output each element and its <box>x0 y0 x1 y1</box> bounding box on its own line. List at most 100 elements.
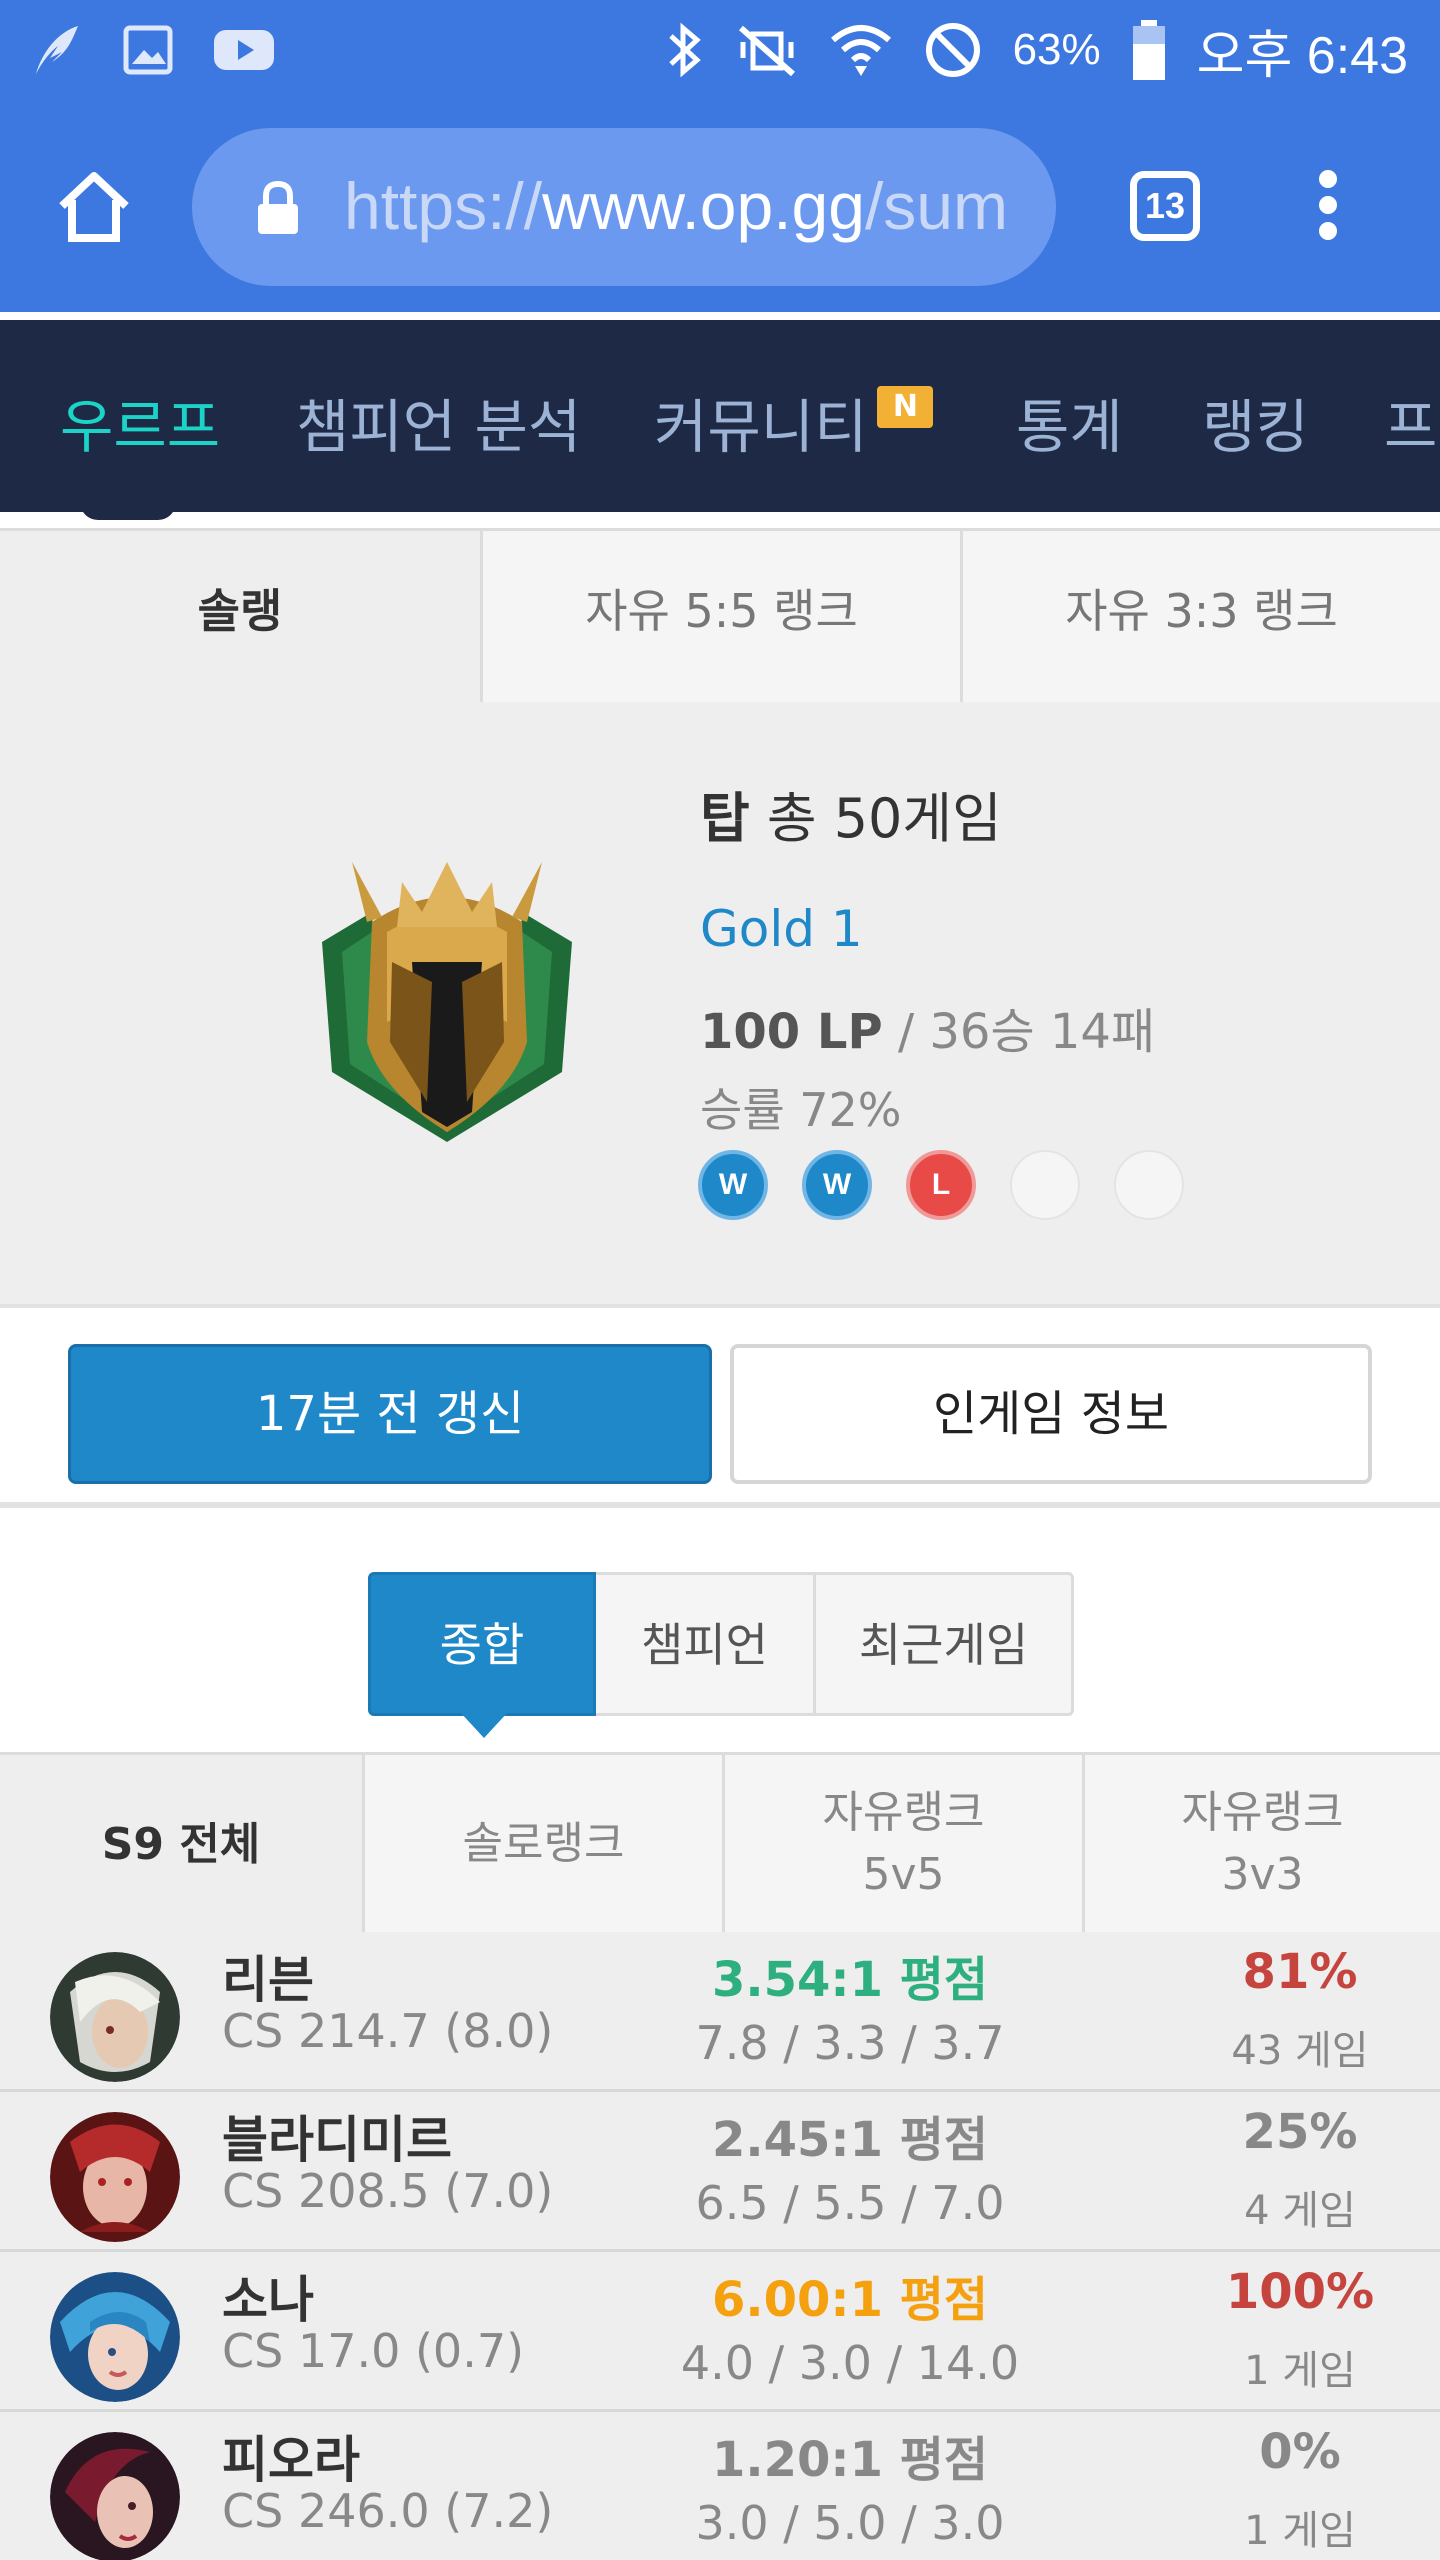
battery-icon <box>1132 20 1165 80</box>
nav-item-more[interactable]: 프 <box>1384 380 1437 464</box>
tab-recent-games[interactable]: 최근게임 <box>816 1572 1074 1716</box>
url-text: https://www.op.gg/sum <box>344 168 1024 244</box>
champion-stats-list: 리븐 CS 214.7 (8.0) 3.54:1 평점 7.8 / 3.3 / … <box>0 1932 1440 2560</box>
champion-name: 피오라 <box>222 2431 360 2489</box>
tier-label: Gold 1 <box>700 900 863 958</box>
promotion-series: W W L <box>698 1150 1184 1220</box>
status-bar: 63% 오후 6:43 <box>0 0 1440 100</box>
kda-values: 6.5 / 5.5 / 7.0 <box>695 2176 1005 2230</box>
vladimir-avatar-icon <box>50 2112 180 2242</box>
rank-card: 탑 총 50게임 Gold 1 100 LP / 36승 14패 승률 72% … <box>0 702 1440 1308</box>
win-rate: 승률 72% <box>700 1083 902 1137</box>
feather-icon <box>36 26 78 74</box>
rank-games: 총 50게임 <box>766 787 1002 850</box>
champion-cs: CS 208.5 (7.0) <box>222 2164 554 2218</box>
champion-games: 43 게임 <box>1231 2028 1369 2074</box>
tab-flex-3v3-line1: 자유랭크 <box>1181 1786 1344 1838</box>
do-not-disturb-icon <box>925 23 980 77</box>
bluetooth-icon <box>668 22 701 78</box>
kda-values: 3.0 / 5.0 / 3.0 <box>695 2496 1005 2550</box>
sona-avatar-icon <box>50 2272 180 2402</box>
riven-avatar-icon <box>50 1952 180 2082</box>
champion-games: 4 게임 <box>1244 2188 1356 2234</box>
kda-ratio: 3.54:1 평점 <box>711 1952 989 2008</box>
tab-switcher-button[interactable]: 13 <box>1130 171 1200 241</box>
rank-position: 탑 <box>700 787 750 850</box>
series-win-dot: W <box>698 1150 768 1220</box>
url-host: www.op.gg <box>542 169 865 243</box>
profile-icon-edge <box>80 502 176 520</box>
tab-flex-5v5[interactable]: 자유 5:5 랭크 <box>480 531 960 705</box>
gold-tier-emblem-icon <box>322 862 572 1142</box>
tab-flex-5v5-stats[interactable]: 자유랭크 5v5 <box>722 1755 1082 1935</box>
nav-item-ranking[interactable]: 랭킹 <box>1202 380 1309 464</box>
table-row[interactable]: 블라디미르 CS 208.5 (7.0) 2.45:1 평점 6.5 / 5.5… <box>0 2092 1440 2252</box>
new-badge-icon: N <box>877 386 934 428</box>
view-tabs: 종합 챔피언 최근게임 <box>368 1572 1074 1716</box>
table-row[interactable]: 피오라 CS 246.0 (7.2) 1.20:1 평점 3.0 / 5.0 /… <box>0 2412 1440 2560</box>
tab-flex-5v5-line1: 자유랭크 <box>822 1786 985 1838</box>
nav-item-community[interactable]: 커뮤니티 N <box>654 380 934 464</box>
tab-season-all[interactable]: S9 전체 <box>0 1755 362 1935</box>
nav-item-urf[interactable]: 우르프 <box>60 380 220 464</box>
nav-item-stats[interactable]: 통계 <box>1016 380 1123 464</box>
system-indicators: 63% 오후 6:43 <box>665 12 1408 88</box>
home-icon[interactable] <box>54 168 134 248</box>
tab-flex-3v3[interactable]: 자유 3:3 랭크 <box>960 531 1440 705</box>
site-nav: 우르프 챔피언 분석 커뮤니티 N 통계 랭킹 프 <box>0 320 1440 512</box>
vibrate-off-icon <box>738 25 795 77</box>
tab-flex-3v3-stats[interactable]: 자유랭크 3v3 <box>1082 1755 1440 1935</box>
url-path: /sum <box>864 169 1008 243</box>
champion-winrate: 25% <box>1242 2104 1358 2160</box>
tab-champions[interactable]: 챔피언 <box>596 1572 816 1716</box>
champion-name: 블라디미르 <box>222 2111 452 2169</box>
season-filter-tabs: S9 전체 솔로랭크 자유랭크 5v5 자유랭크 3v3 <box>0 1752 1440 1935</box>
series-empty-dot <box>1010 1150 1080 1220</box>
tab-season-all-label: S9 전체 <box>101 1819 261 1870</box>
queue-tabs: 솔랭 자유 5:5 랭크 자유 3:3 랭크 <box>0 528 1440 705</box>
rank-summary: 탑 총 50게임 <box>700 774 1002 853</box>
champion-games: 1 게임 <box>1244 2348 1356 2394</box>
lock-icon <box>258 180 298 234</box>
kda-values: 7.8 / 3.3 / 3.7 <box>695 2016 1005 2070</box>
kda-values: 4.0 / 3.0 / 14.0 <box>680 2336 1020 2390</box>
series-empty-dot <box>1114 1150 1184 1220</box>
notification-icons <box>28 22 276 78</box>
nav-item-champions[interactable]: 챔피언 분석 <box>296 380 581 464</box>
tab-solo-rank[interactable]: 솔랭 <box>0 531 480 705</box>
champion-name: 소나 <box>222 2271 314 2329</box>
tab-flex-3v3-line2: 3v3 <box>1221 1848 1304 1900</box>
lp-value: 100 LP <box>700 1004 883 1060</box>
browser-toolbar: https://www.op.gg/sum 13 <box>0 100 1440 413</box>
win-loss-record: / 36승 14패 <box>897 1004 1156 1060</box>
table-row[interactable]: 소나 CS 17.0 (0.7) 6.00:1 평점 4.0 / 3.0 / 1… <box>0 2252 1440 2412</box>
tab-overview[interactable]: 종합 <box>368 1572 596 1716</box>
battery-percent: 63% <box>1012 25 1101 74</box>
tab-solo[interactable]: 솔로랭크 <box>362 1755 722 1935</box>
lp-record: 100 LP / 36승 14패 <box>700 992 1155 1062</box>
champion-winrate: 81% <box>1242 1944 1358 2000</box>
overflow-menu-icon[interactable] <box>1308 170 1348 250</box>
champion-games: 1 게임 <box>1244 2508 1356 2554</box>
table-row[interactable]: 리븐 CS 214.7 (8.0) 3.54:1 평점 7.8 / 3.3 / … <box>0 1932 1440 2092</box>
image-icon <box>123 25 173 75</box>
kda-ratio: 6.00:1 평점 <box>711 2272 989 2328</box>
action-buttons: 17분 전 갱신 인게임 정보 <box>0 1308 1440 1508</box>
active-tab-caret <box>460 1712 508 1738</box>
ingame-info-button[interactable]: 인게임 정보 <box>730 1344 1372 1484</box>
kda-ratio: 1.20:1 평점 <box>711 2432 989 2488</box>
champion-cs: CS 246.0 (7.2) <box>222 2484 554 2538</box>
tab-solo-label: 솔로랭크 <box>462 1817 625 1869</box>
youtube-icon <box>214 30 274 70</box>
refresh-button[interactable]: 17분 전 갱신 <box>68 1344 712 1484</box>
clock: 오후 6:43 <box>1196 26 1408 85</box>
tab-flex-5v5-line2: 5v5 <box>862 1848 945 1900</box>
series-loss-dot: L <box>906 1150 976 1220</box>
champion-name: 리븐 <box>222 1951 314 2009</box>
champion-cs: CS 17.0 (0.7) <box>222 2324 525 2378</box>
champion-winrate: 0% <box>1259 2424 1341 2480</box>
fiora-avatar-icon <box>50 2432 180 2560</box>
series-win-dot: W <box>802 1150 872 1220</box>
champion-cs: CS 214.7 (8.0) <box>222 2004 554 2058</box>
address-bar[interactable]: https://www.op.gg/sum <box>192 128 1056 286</box>
